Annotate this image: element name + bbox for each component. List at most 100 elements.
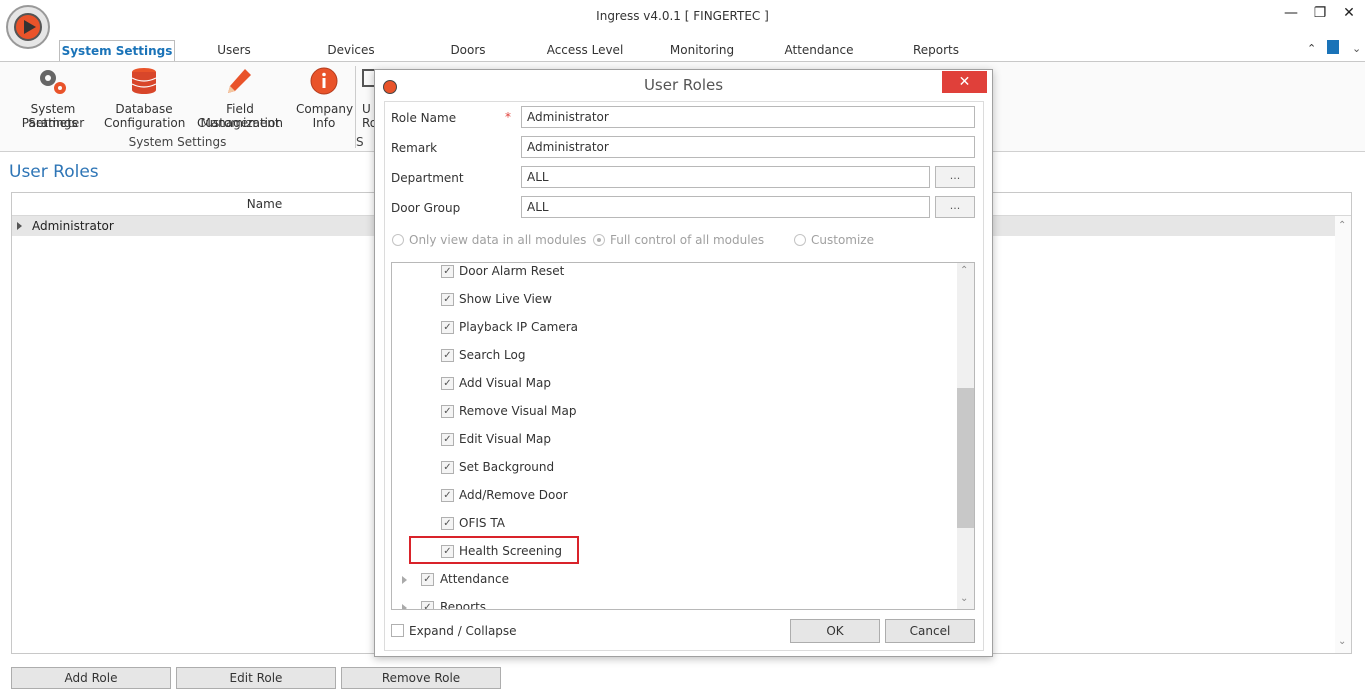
checkbox-checked[interactable]: ✓ [441, 489, 454, 502]
minimize-button[interactable]: — [1280, 4, 1302, 22]
checkbox-checked[interactable]: ✓ [421, 601, 434, 609]
door-group-input[interactable]: ALL [521, 196, 930, 218]
tree-item-label: Remove Visual Map [459, 404, 577, 418]
checkbox-checked[interactable]: ✓ [441, 321, 454, 334]
department-browse-button[interactable]: ... [935, 166, 975, 188]
tab-reports[interactable]: Reports [895, 40, 977, 61]
checkbox-checked[interactable]: ✓ [441, 405, 454, 418]
tab-system-settings[interactable]: System Settings [59, 40, 175, 61]
title-bar: Ingress v4.0.1 [ FINGERTEC ] — ❐ ✕ [0, 0, 1365, 38]
tree-item-label: Playback IP Camera [459, 320, 579, 334]
ribbon-group-label: S [356, 135, 364, 149]
restore-button[interactable]: ❐ [1309, 4, 1331, 22]
scroll-up-icon[interactable]: ⌃ [1338, 220, 1346, 231]
highlight-box [409, 536, 579, 564]
role-name-input[interactable]: Administrator [521, 106, 975, 128]
tree-item-label: Search Log [459, 348, 526, 362]
checkbox-checked[interactable]: ✓ [441, 461, 454, 474]
tree-item[interactable]: ✓ Door Alarm Reset [392, 263, 957, 286]
tree-item-reports[interactable]: ✓ Reports [392, 594, 957, 610]
edit-role-button[interactable]: Edit Role [176, 667, 336, 689]
tab-attendance[interactable]: Attendance [772, 40, 866, 61]
office-icon[interactable] [1327, 40, 1339, 54]
expand-arrow-icon[interactable] [402, 576, 407, 584]
help-dropdown-icon[interactable]: ⌄ [1352, 42, 1361, 55]
checkbox-checked[interactable]: ✓ [441, 433, 454, 446]
close-button[interactable]: ✕ [1338, 4, 1360, 22]
app-logo[interactable] [6, 5, 50, 49]
tab-devices[interactable]: Devices [306, 40, 396, 61]
add-role-button[interactable]: Add Role [11, 667, 171, 689]
checkbox-checked[interactable]: ✓ [441, 377, 454, 390]
tree-item-label: Show Live View [459, 292, 552, 306]
tree-item[interactable]: ✓ Search Log [392, 342, 957, 370]
door-group-browse-button[interactable]: ... [935, 196, 975, 218]
checkbox-checked[interactable]: ✓ [421, 573, 434, 586]
tree-item-label: Add Visual Map [459, 376, 552, 390]
ribbon-group-label: System Settings [128, 135, 227, 149]
database-configuration-button[interactable]: Database Configuration [104, 64, 185, 134]
scroll-down-icon[interactable]: ⌄ [1338, 636, 1346, 647]
tab-access-level[interactable]: Access Level [535, 40, 635, 61]
tree-item[interactable]: ✓ OFIS TA [392, 510, 957, 538]
tree-scrollbar[interactable]: ⌃ ⌄ [957, 263, 974, 609]
radio-label: Only view data in all modules [409, 233, 587, 247]
ok-button[interactable]: OK [790, 619, 880, 643]
tree-item[interactable]: ✓ Remove Visual Map [392, 398, 957, 426]
radio-full-control[interactable] [593, 234, 605, 246]
checkbox-checked[interactable]: ✓ [441, 517, 454, 530]
expand-collapse-label: Expand / Collapse [409, 624, 517, 638]
checkbox-checked[interactable]: ✓ [441, 349, 454, 362]
page-title: User Roles [9, 162, 99, 182]
expand-arrow-icon[interactable] [402, 604, 407, 609]
radio-label: Customize [811, 233, 874, 247]
tree-item[interactable]: ✓ Show Live View [392, 286, 957, 314]
tree-item[interactable]: ✓ Add/Remove Door [392, 482, 957, 510]
radio-customize[interactable] [794, 234, 806, 246]
cancel-button[interactable]: Cancel [885, 619, 975, 643]
tree-item-label: Reports [440, 600, 487, 610]
table-cell: Administrator [32, 219, 114, 233]
tree-item-attendance[interactable]: ✓ Attendance [392, 566, 957, 594]
required-marker: * [505, 110, 511, 124]
ribbon-label: U [362, 102, 371, 116]
checkbox-checked[interactable]: ✓ [441, 265, 454, 278]
dialog-close-button[interactable]: ✕ [942, 71, 987, 93]
gears-icon [40, 70, 66, 94]
expand-collapse-checkbox[interactable] [391, 624, 404, 637]
collapse-ribbon-icon[interactable]: ⌃ [1307, 42, 1316, 55]
database-icon [131, 68, 157, 94]
tree-item[interactable]: ✓ Set Background [392, 454, 957, 482]
ribbon-label: Database [115, 102, 173, 116]
tree-item[interactable]: ✓ Playback IP Camera [392, 314, 957, 342]
radio-view-only[interactable] [392, 234, 404, 246]
tab-doors[interactable]: Doors [428, 40, 508, 61]
tree-item-label: Set Background [459, 460, 555, 474]
dialog-title: User Roles [643, 76, 724, 94]
tab-monitoring[interactable]: Monitoring [656, 40, 748, 61]
scroll-down-icon[interactable]: ⌄ [960, 593, 968, 604]
window-title: Ingress v4.0.1 [ FINGERTEC ] [596, 9, 769, 23]
ribbon-label: Management [200, 116, 280, 130]
tree-item-label: Edit Visual Map [459, 432, 552, 446]
ribbon-label: Settings [28, 116, 78, 130]
tree-item-label: OFIS TA [459, 516, 505, 530]
system-parameter-settings-button[interactable]: System Parameter Settings [3, 64, 103, 134]
radio-selected-dot [597, 238, 601, 242]
info-icon [310, 67, 338, 95]
field-customization-management-button[interactable]: Field Customization Management [185, 64, 295, 134]
tab-users[interactable]: Users [190, 40, 278, 61]
grid-scrollbar[interactable]: ⌃ ⌄ [1335, 216, 1351, 653]
tree-item[interactable]: ✓ Add Visual Map [392, 370, 957, 398]
remove-role-button[interactable]: Remove Role [341, 667, 501, 689]
checkbox-checked[interactable]: ✓ [441, 293, 454, 306]
scroll-thumb[interactable] [957, 388, 974, 528]
scroll-up-icon[interactable]: ⌃ [960, 265, 968, 276]
pencil-icon [228, 69, 251, 93]
tree-item-label: Add/Remove Door [459, 488, 568, 502]
door-group-label: Door Group [391, 201, 461, 215]
department-input[interactable]: ALL [521, 166, 930, 188]
tree-item[interactable]: ✓ Edit Visual Map [392, 426, 957, 454]
remark-input[interactable]: Administrator [521, 136, 975, 158]
company-info-button[interactable]: Company Info [296, 64, 353, 134]
